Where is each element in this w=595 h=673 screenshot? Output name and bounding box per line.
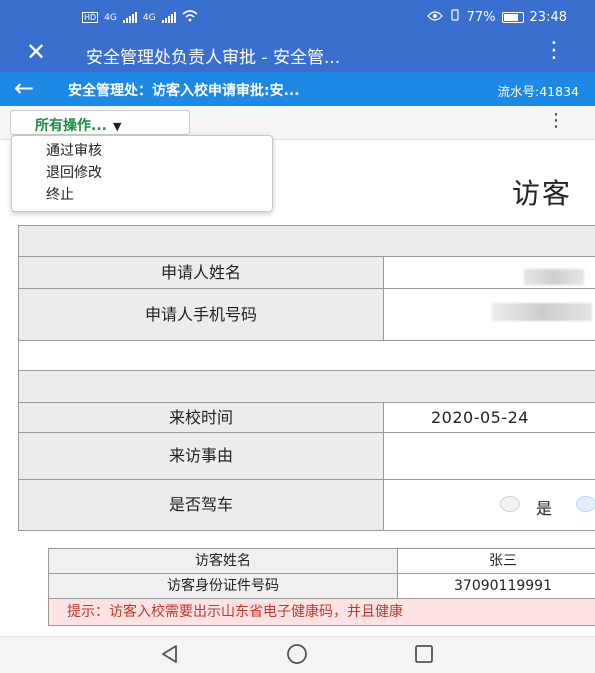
applicant-name-value: [384, 257, 595, 288]
hd-label: HD: [82, 12, 99, 23]
caret-down-icon: ▼: [112, 120, 122, 133]
approval-form: 申请人姓名 申请人手机号码 来校时间 2020-05-24 来访事由 是否驾车 …: [18, 225, 595, 531]
system-navigation-bar: [0, 636, 595, 673]
app-titlebar: ✕ 安全管理处负责人审批 - 安全管... ⋮: [0, 34, 595, 72]
square-recent-icon[interactable]: [412, 642, 436, 670]
driving-options: 是: [384, 480, 595, 530]
battery-percent: 77%: [466, 9, 496, 25]
clock: 23:48: [529, 9, 567, 25]
battery-icon: [501, 11, 524, 23]
visitor-table: 访客姓名 张三 访客身份证件号码 37090119991 提示：访客入校需要出示…: [48, 548, 595, 626]
arrow-left-icon[interactable]: ←: [14, 75, 34, 101]
radio-yes[interactable]: [500, 496, 520, 512]
applicant-phone-value: [384, 289, 595, 340]
signal-icon: [122, 12, 137, 23]
visit-time-value[interactable]: 2020-05-24: [384, 403, 595, 432]
form-row: 是否驾车 是: [18, 480, 595, 531]
section-header: [18, 225, 595, 257]
all-operations-label: 所有操作...: [35, 118, 107, 134]
field-label: 来访事由: [19, 433, 384, 479]
field-label: 是否驾车: [19, 480, 384, 530]
form-row: 申请人手机号码: [18, 289, 595, 341]
circle-home-icon[interactable]: [284, 642, 310, 670]
table-row: 访客身份证件号码 37090119991: [49, 573, 595, 598]
menu-item-terminate[interactable]: 终止: [12, 184, 272, 206]
form-row: 来访事由: [18, 433, 595, 480]
menu-item-approve[interactable]: 通过审核: [12, 140, 272, 162]
section-header: [18, 371, 595, 403]
form-title: 访客: [512, 177, 573, 210]
spacer-row: [18, 341, 595, 371]
more-vertical-icon[interactable]: ⋮: [547, 111, 565, 131]
wifi-icon: [182, 10, 198, 25]
field-label: 来校时间: [19, 403, 384, 432]
redacted-value: [524, 269, 584, 285]
health-code-hint: 提示：访客入校需要出示山东省电子健康码，并且健康: [49, 598, 595, 626]
radio-yes-label: 是: [536, 499, 553, 518]
triangle-back-icon[interactable]: [158, 642, 182, 670]
visitor-id-label: 访客身份证件号码: [49, 574, 398, 598]
sub-header: ← 安全管理处：访客入校申请审批:安... 流水号:41834: [0, 72, 595, 106]
all-operations-button[interactable]: 所有操作... ▼: [10, 110, 190, 135]
status-left: HD 4G 4G: [82, 10, 198, 25]
form-row: 申请人姓名: [18, 257, 595, 289]
menu-item-return[interactable]: 退回修改: [12, 162, 272, 184]
more-vertical-icon[interactable]: ⋮: [543, 39, 565, 63]
close-icon[interactable]: ✕: [26, 38, 46, 66]
sub-header-title: 安全管理处：访客入校申请审批:安...: [68, 83, 300, 99]
network-label: 4G: [142, 12, 156, 23]
page-title: 安全管理处负责人审批 - 安全管...: [86, 48, 341, 68]
operations-dropdown-menu: 通过审核 退回修改 终止: [11, 135, 273, 212]
field-label: 申请人姓名: [19, 257, 384, 288]
vibrate-icon: [449, 9, 461, 25]
visitor-name-label: 访客姓名: [49, 549, 398, 573]
form-row: 来校时间 2020-05-24: [18, 403, 595, 433]
visitor-name-value: 张三: [489, 553, 517, 569]
visit-reason-value[interactable]: [384, 433, 595, 479]
status-right: 77% 23:48: [426, 9, 567, 25]
serial-number: 流水号:41834: [497, 84, 579, 99]
network-label: 4G: [104, 12, 117, 23]
visitor-id-value: 37090119991: [454, 578, 552, 594]
eye-icon: [426, 10, 443, 25]
field-label: 申请人手机号码: [19, 289, 384, 340]
radio-no[interactable]: [576, 496, 595, 512]
redacted-value: [492, 303, 592, 321]
signal-icon: [161, 12, 176, 23]
status-bar: HD 4G 4G 77% 23:48: [0, 0, 595, 34]
table-row: 访客姓名 张三: [49, 548, 595, 573]
